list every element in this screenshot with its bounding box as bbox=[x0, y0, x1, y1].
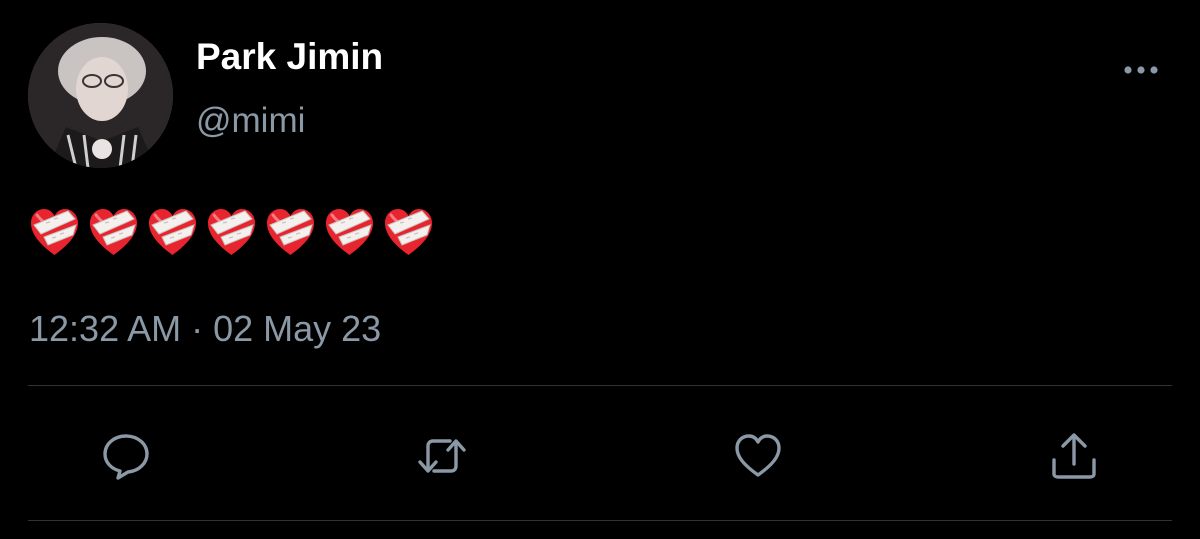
mending-heart-icon bbox=[146, 205, 199, 259]
tweet-text: ❤️‍🩹❤️‍🩹❤️‍🩹❤️‍🩹❤️‍🩹❤️‍🩹❤️‍🩹 bbox=[28, 202, 435, 262]
retweet-icon bbox=[418, 439, 466, 473]
display-name[interactable]: Park Jimin bbox=[196, 36, 383, 78]
username-handle[interactable]: @mimi bbox=[196, 101, 305, 141]
more-icon bbox=[1124, 66, 1158, 74]
like-icon bbox=[735, 434, 781, 477]
more-options-button[interactable] bbox=[1118, 56, 1164, 84]
tweet-action-bar bbox=[0, 420, 1200, 490]
avatar[interactable] bbox=[28, 23, 173, 168]
retweet-button[interactable] bbox=[412, 426, 472, 486]
divider-bottom bbox=[28, 520, 1172, 521]
divider bbox=[28, 385, 1172, 386]
avatar-photo bbox=[28, 23, 173, 168]
mending-heart-icon bbox=[87, 205, 140, 259]
reply-button[interactable] bbox=[96, 426, 156, 486]
share-icon bbox=[1052, 433, 1096, 479]
mending-heart-icon bbox=[382, 205, 435, 259]
share-button[interactable] bbox=[1044, 426, 1104, 486]
reply-icon bbox=[103, 434, 149, 480]
mending-heart-icon bbox=[28, 205, 81, 259]
mending-heart-icon bbox=[323, 205, 376, 259]
mending-heart-icon bbox=[264, 205, 317, 259]
mending-heart-icon bbox=[205, 205, 258, 259]
tweet-timestamp[interactable]: 12:32 AM · 02 May 23 bbox=[29, 307, 381, 351]
like-button[interactable] bbox=[728, 426, 788, 486]
